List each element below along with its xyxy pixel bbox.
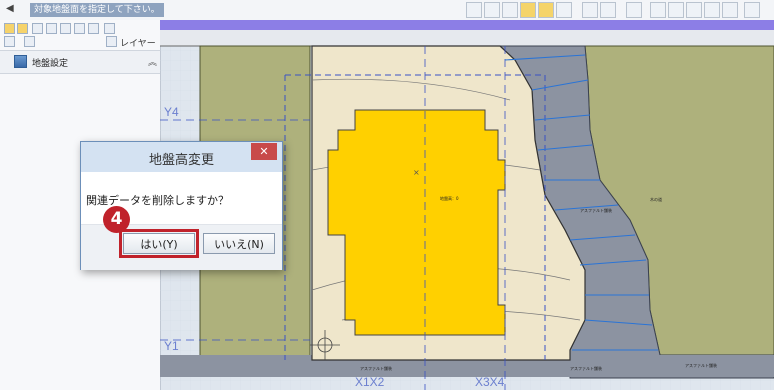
grid-icon[interactable] (744, 2, 760, 18)
no-button[interactable]: いいえ(N) (203, 233, 275, 254)
collapse-chevron-icon[interactable]: ︽ (148, 55, 157, 68)
color-icon[interactable] (704, 2, 720, 18)
undo-icon[interactable] (650, 2, 666, 18)
settings-icon[interactable] (722, 2, 738, 18)
grid-label-x1x2: X1X2 (355, 375, 385, 389)
asphalt-label: アスファルト舗装 (580, 207, 612, 213)
tool-palette: レイヤー (0, 20, 160, 51)
layer-icon[interactable] (556, 2, 572, 18)
pen-tool-icon[interactable] (24, 36, 35, 47)
grid-label-y1: Y1 (164, 339, 179, 353)
dialog-titlebar: 地盤高変更 ✕ (81, 142, 282, 172)
building-footprint[interactable] (327, 109, 506, 336)
hint-icon[interactable] (686, 2, 702, 18)
center-mark: × (413, 168, 420, 177)
delete-tool-icon[interactable] (32, 23, 43, 34)
grid-tool-icon[interactable] (88, 23, 99, 34)
circle-tool-icon[interactable] (4, 36, 15, 47)
snap-icon[interactable] (582, 2, 598, 18)
redo-icon[interactable] (668, 2, 684, 18)
offset-tool-icon[interactable] (104, 23, 115, 34)
zoom-icon[interactable] (538, 2, 554, 18)
back-arrow-icon[interactable]: ◀ (6, 3, 14, 14)
close-button[interactable]: ✕ (251, 143, 277, 160)
ground-settings-header[interactable]: 地盤設定 ︽ (0, 51, 160, 74)
dialog-message: 関連データを削除しますか？ (86, 194, 229, 207)
view-icon[interactable] (466, 2, 482, 18)
display-icon[interactable] (600, 2, 616, 18)
line-tool-icon[interactable] (46, 23, 57, 34)
tree-label: 木の道 (650, 196, 662, 202)
top-ruler (160, 20, 774, 30)
layer-tool-icon[interactable] (106, 36, 117, 47)
top-toolbar: ◀ 対象地盤面を指定して下さい。 (0, 0, 774, 21)
select-icon[interactable] (520, 2, 536, 18)
asphalt-label: アスファルト舗装 (360, 365, 392, 371)
layer-button[interactable]: レイヤー (120, 36, 156, 49)
polyline-tool-icon[interactable] (60, 23, 71, 34)
select-tool-icon[interactable] (4, 23, 15, 34)
status-message: 対象地盤面を指定して下さい。 (30, 3, 164, 17)
pointer-tool-icon[interactable] (17, 23, 28, 34)
split-view-icon[interactable] (484, 2, 500, 18)
grid-label-x3x4: X3X4 (475, 375, 505, 389)
ground-settings-icon (14, 55, 27, 68)
window-icon[interactable] (502, 2, 518, 18)
step-badge: 4 (103, 206, 130, 233)
yes-button[interactable]: はい(Y) (119, 229, 199, 258)
grid-label-y4: Y4 (164, 105, 179, 119)
asphalt-label: アスファルト舗装 (570, 365, 602, 371)
measure-icon[interactable] (626, 2, 642, 18)
upper-band (160, 30, 774, 46)
building-height-label: 地盤高：0 (440, 195, 459, 201)
ground-settings-title: 地盤設定 (32, 59, 69, 69)
asphalt-label: アスファルト舗装 (685, 362, 717, 368)
ground-height-dialog: 地盤高変更 ✕ 関連データを削除しますか？ はい(Y) いいえ(N) (80, 141, 283, 270)
curve-tool-icon[interactable] (74, 23, 85, 34)
